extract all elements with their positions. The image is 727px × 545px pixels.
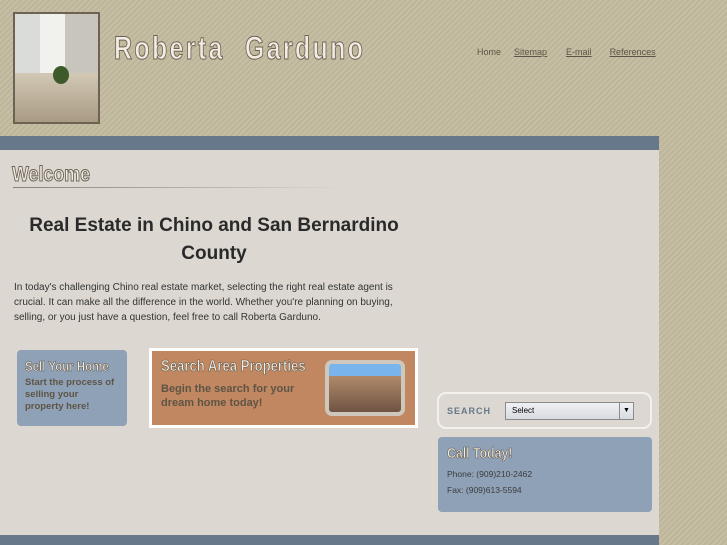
welcome-heading: Welcome	[12, 163, 91, 187]
call-today-box: Call Today! Phone: (909)210-2462 Fax: (9…	[438, 437, 652, 512]
header-photo	[13, 12, 100, 124]
sell-your-home-banner[interactable]: Sell Your Home Start the process of sell…	[17, 350, 127, 426]
phone-text: Phone: (909)210-2462	[447, 469, 533, 479]
search-select[interactable]: Select ▼	[505, 401, 634, 420]
search-properties-banner[interactable]: Search Area Properties Begin the search …	[149, 348, 418, 428]
search-box: SEARCH Select ▼	[437, 392, 652, 429]
nav-email[interactable]: E-mail	[566, 47, 592, 57]
call-title: Call Today!	[447, 445, 513, 463]
nav-home[interactable]: Home	[477, 47, 501, 57]
divider	[13, 187, 343, 188]
top-nav: Home Sitemap E-mail References	[477, 47, 656, 57]
footer-band	[0, 535, 659, 545]
search-label: SEARCH	[447, 405, 492, 416]
site-logo[interactable]: Roberta Garduno	[114, 30, 365, 67]
fax-text: Fax: (909)613-5594	[447, 485, 522, 495]
nav-references[interactable]: References	[610, 47, 656, 57]
sell-text: Start the process of selling your proper…	[25, 377, 115, 412]
sell-title: Sell Your Home	[25, 358, 109, 375]
rocks-image	[325, 360, 405, 416]
page-title: Real Estate in Chino and San Bernardino …	[29, 215, 399, 264]
top-band	[0, 136, 659, 150]
search-banner-text: Begin the search for your dream home tod…	[161, 383, 295, 409]
nav-sitemap[interactable]: Sitemap	[514, 47, 547, 57]
intro-text: In today's challenging Chino real estate…	[14, 282, 393, 323]
chevron-down-icon[interactable]: ▼	[619, 402, 633, 419]
search-select-value: Select	[512, 406, 535, 415]
